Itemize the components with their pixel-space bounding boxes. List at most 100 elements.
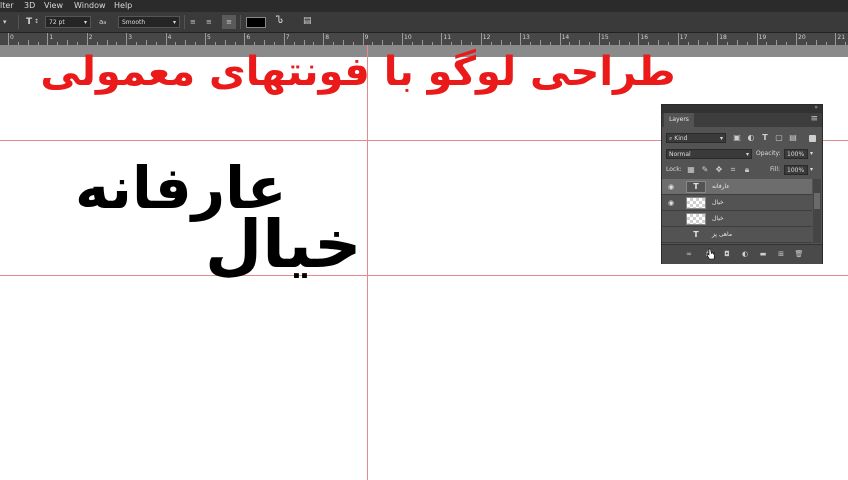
ruler-major-tick (796, 33, 797, 45)
collapse-icon[interactable]: » (814, 104, 818, 111)
layer-name[interactable]: خیال (712, 211, 724, 227)
ruler-number: 20 (798, 34, 806, 41)
fill-value: 100% (787, 167, 805, 174)
align-left-icon[interactable]: ≡ (190, 16, 196, 28)
chevron-down-icon: ▾ (83, 19, 87, 26)
menu-window[interactable]: Window (74, 0, 106, 12)
layers-panel-footer: ∞ fx ◘ ◐ ▬ ⊞ 🗑︎ (662, 244, 822, 264)
character-panel-icon[interactable]: ▤ (303, 15, 312, 27)
delete-layer-icon[interactable]: 🗑︎ (794, 249, 804, 259)
menu-bar: lter 3D View Window Help (0, 0, 848, 12)
options-separator (240, 15, 241, 29)
opacity-input[interactable]: 100% (784, 149, 808, 159)
align-right-icon[interactable]: ≡ (222, 15, 236, 29)
blend-mode-select[interactable]: Normal ▾ (666, 149, 752, 159)
ruler-number: 8 (325, 34, 330, 41)
ruler-number: 2 (88, 34, 93, 41)
new-layer-icon[interactable]: ⊞ (776, 249, 786, 259)
ruler-major-tick (756, 33, 758, 45)
link-layers-icon[interactable]: ∞ (684, 249, 694, 259)
text-layer-thumb-icon: T (686, 181, 706, 193)
chevron-down-icon: ▾ (172, 19, 176, 26)
ruler-number: 9 (364, 34, 369, 41)
blend-mode-value: Normal (669, 151, 691, 158)
add-mask-icon[interactable]: ◘ (722, 249, 732, 259)
options-bar: ▾ T ↕ 72 pt ▾ aa Smooth ▾ ≡ ≡ ≡ Ꮦ ▤ (0, 12, 848, 33)
visibility-off-icon[interactable] (666, 230, 676, 240)
headline-text: طراحی لوگو با فونتهای معمولی (40, 49, 676, 95)
filter-toggle-icon[interactable] (809, 135, 816, 142)
visibility-eye-icon[interactable]: ◉ (666, 182, 676, 192)
menu-3d[interactable]: 3D (24, 0, 35, 12)
menu-view[interactable]: View (44, 0, 63, 12)
menu-filter[interactable]: lter (0, 0, 14, 12)
layer-row[interactable]: خیال (662, 211, 812, 227)
align-center-icon[interactable]: ≡ (206, 16, 212, 28)
antialias-icon: aa (99, 18, 107, 26)
adjustment-layer-icon[interactable]: ◐ (740, 249, 750, 259)
options-separator (18, 15, 19, 29)
chevron-down-icon[interactable]: ▾ (810, 165, 813, 175)
ruler-number: 6 (246, 34, 251, 41)
layer-name[interactable]: عارفانه (712, 179, 730, 195)
lock-move-icon[interactable]: ✥ (714, 165, 724, 175)
filter-pixel-icon[interactable]: ▣ (732, 133, 742, 143)
ruler-number: 12 (482, 34, 491, 41)
lock-label: Lock: (666, 166, 682, 173)
layer-name[interactable]: ماهی پز (712, 227, 732, 243)
guide-vertical[interactable] (367, 45, 368, 480)
ruler-number: 17 (679, 34, 688, 41)
layer-row[interactable]: ◉ خیال (662, 195, 812, 211)
ruler-number: 3 (128, 34, 133, 41)
filter-shape-icon[interactable]: ▢ (774, 133, 784, 143)
ruler-number: 13 (522, 34, 530, 41)
ruler-number: 14 (561, 34, 570, 41)
filter-adjustment-icon[interactable]: ◐ (746, 133, 756, 143)
fill-label: Fill: (770, 166, 781, 173)
opacity-value: 100% (787, 151, 805, 158)
tab-layers[interactable]: Layers (664, 113, 694, 127)
layers-scrollbar[interactable] (813, 179, 821, 243)
ruler-major-tick (717, 33, 719, 45)
options-separator (184, 15, 185, 29)
text-orientation-icon[interactable]: T (26, 16, 32, 28)
ruler-number: 15 (601, 34, 609, 41)
chevron-down-icon[interactable]: ▾ (810, 149, 813, 159)
mouse-cursor-icon (706, 248, 715, 260)
lock-brush-icon[interactable]: ✎ (700, 165, 710, 175)
new-group-icon[interactable]: ▬ (758, 249, 768, 259)
layers-scrollbar-thumb[interactable] (814, 193, 820, 209)
filter-smart-object-icon[interactable]: ▤ (788, 133, 798, 143)
lock-all-icon[interactable]: 🔒︎ (742, 165, 752, 175)
ruler-number: 11 (443, 34, 452, 41)
ruler-number: 5 (207, 34, 211, 41)
pixel-layer-thumb-icon (686, 197, 706, 209)
antialias-value: Smooth (122, 19, 146, 26)
lock-transparent-icon[interactable]: ▦ (686, 165, 696, 175)
visibility-eye-icon[interactable]: ◉ (666, 198, 676, 208)
tool-options-arrow-icon[interactable]: ▾ (3, 16, 7, 28)
ruler-number: 19 (758, 34, 767, 41)
text-orientation-sub-icon: ↕ (34, 18, 40, 25)
warp-text-icon[interactable]: Ꮦ (276, 15, 283, 27)
text-color-swatch[interactable] (246, 17, 266, 28)
guide-horizontal-bottom[interactable] (0, 275, 848, 276)
ruler-major-tick (835, 33, 837, 45)
panel-header[interactable]: » (662, 104, 822, 113)
menu-help[interactable]: Help (114, 0, 132, 12)
visibility-off-icon[interactable] (666, 214, 676, 224)
layer-filter-select[interactable]: ⌕ Kind ▾ (666, 133, 726, 143)
panel-menu-icon[interactable]: ≡ (810, 114, 818, 124)
fill-input[interactable]: 100% (784, 165, 808, 175)
logo-word-khiyal: خیال (205, 206, 362, 283)
layer-filter-value: Kind (674, 135, 688, 142)
antialias-select[interactable]: Smooth ▾ (118, 16, 180, 28)
opacity-label: Opacity: (756, 150, 781, 157)
layer-row[interactable]: ◉ T عارفانه (662, 179, 812, 195)
layer-name[interactable]: خیال (712, 195, 724, 211)
ruler-number: 0 (10, 34, 14, 41)
filter-type-icon[interactable]: T (760, 133, 770, 143)
lock-artboard-icon[interactable]: ⌗ (728, 165, 738, 175)
font-size-select[interactable]: 72 pt ▾ (45, 16, 91, 28)
layer-row[interactable]: T ماهی پز (662, 227, 812, 243)
